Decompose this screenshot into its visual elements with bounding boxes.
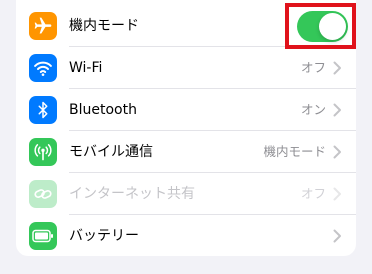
antenna-icon [29,138,57,166]
chevron-right-icon [333,229,341,243]
personal-hotspot-status: オフ [300,186,326,201]
personal-hotspot-label: インターネット共有 [69,186,195,202]
mobile-data-row[interactable]: モバイル通信 機内モード [16,131,356,173]
bluetooth-row[interactable]: Bluetooth オン [16,89,356,131]
battery-label: バッテリー [69,228,139,244]
wifi-icon [29,54,57,82]
airplane-icon [29,12,57,40]
airplane-mode-row[interactable]: 機内モード [16,5,356,47]
bluetooth-status: オン [300,102,326,117]
bluetooth-label: Bluetooth [69,102,137,118]
bluetooth-icon [29,96,57,124]
wifi-label: Wi-Fi [69,60,103,76]
chevron-right-icon [333,187,341,201]
mobile-data-status: 機内モード [263,144,326,159]
wifi-status: オフ [300,60,326,75]
battery-icon [29,222,57,250]
chevron-right-icon [333,61,341,75]
battery-row[interactable]: バッテリー [16,215,356,256]
airplane-mode-toggle[interactable] [297,11,348,42]
settings-group: 機内モード Wi-Fi オフ Bluetooth オン モバイル通信 機内モード… [16,0,356,256]
chevron-right-icon [333,145,341,159]
link-icon [29,180,57,208]
wifi-row[interactable]: Wi-Fi オフ [16,47,356,89]
chevron-right-icon [333,103,341,117]
airplane-mode-label: 機内モード [69,18,139,34]
mobile-data-label: モバイル通信 [69,144,153,160]
personal-hotspot-row: インターネット共有 オフ [16,173,356,215]
toggle-knob [319,13,346,40]
